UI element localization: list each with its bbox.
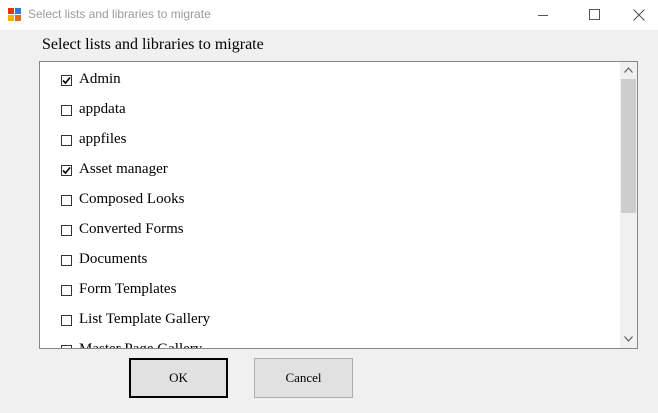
cancel-button[interactable]: Cancel bbox=[254, 358, 353, 398]
list-item[interactable]: Composed Looks bbox=[40, 190, 620, 214]
item-label: Documents bbox=[79, 251, 148, 267]
item-label: List Template Gallery bbox=[79, 311, 211, 327]
item-checkbox[interactable] bbox=[61, 345, 72, 348]
maximize-button[interactable] bbox=[572, 0, 618, 30]
dialog-header: Select lists and libraries to migrate bbox=[42, 36, 264, 53]
item-checkbox[interactable] bbox=[61, 255, 72, 266]
scroll-thumb[interactable] bbox=[621, 79, 636, 213]
checkmark-icon bbox=[62, 166, 71, 175]
item-label: Asset manager bbox=[79, 161, 168, 177]
list-item[interactable]: List Template Gallery bbox=[40, 310, 620, 334]
item-label: appdata bbox=[79, 101, 126, 117]
item-checkbox[interactable] bbox=[61, 75, 72, 86]
item-label: Composed Looks bbox=[79, 191, 185, 207]
list-item[interactable]: Master Page Gallery bbox=[40, 340, 620, 349]
list-item[interactable]: Converted Forms bbox=[40, 220, 620, 244]
list-item[interactable]: Asset manager bbox=[40, 160, 620, 184]
checkmark-icon bbox=[62, 76, 71, 85]
item-label: Master Page Gallery bbox=[79, 341, 203, 349]
item-checkbox[interactable] bbox=[61, 105, 72, 116]
minimize-button[interactable] bbox=[520, 0, 566, 30]
list-item[interactable]: appdata bbox=[40, 100, 620, 124]
list-item[interactable]: Admin bbox=[40, 70, 620, 94]
close-button[interactable] bbox=[618, 0, 658, 30]
list-item[interactable]: Form Templates bbox=[40, 280, 620, 304]
item-label: appfiles bbox=[79, 131, 127, 147]
item-checkbox[interactable] bbox=[61, 195, 72, 206]
item-checkbox[interactable] bbox=[61, 225, 72, 236]
item-checkbox[interactable] bbox=[61, 285, 72, 296]
item-label: Form Templates bbox=[79, 281, 177, 297]
ok-button[interactable]: OK bbox=[129, 358, 228, 398]
list-item[interactable]: appfiles bbox=[40, 130, 620, 154]
scroll-down-button[interactable] bbox=[620, 331, 637, 348]
list-item[interactable]: Documents bbox=[40, 250, 620, 274]
item-checkbox[interactable] bbox=[61, 315, 72, 326]
item-checkbox[interactable] bbox=[61, 135, 72, 146]
close-icon bbox=[633, 9, 645, 21]
title-bar: Select lists and libraries to migrate bbox=[0, 0, 658, 30]
app-icon bbox=[8, 8, 22, 22]
lists-libraries-checklist[interactable]: Admin appdata appfiles Asset manager Compose… bbox=[39, 61, 638, 349]
window-title: Select lists and libraries to migrate bbox=[28, 7, 211, 21]
scroll-up-button[interactable] bbox=[620, 62, 637, 79]
chevron-down-icon bbox=[624, 336, 633, 342]
item-label: Converted Forms bbox=[79, 221, 184, 237]
vertical-scrollbar[interactable] bbox=[620, 62, 637, 348]
chevron-up-icon bbox=[624, 67, 633, 73]
item-checkbox[interactable] bbox=[61, 165, 72, 176]
item-label: Admin bbox=[79, 71, 121, 87]
